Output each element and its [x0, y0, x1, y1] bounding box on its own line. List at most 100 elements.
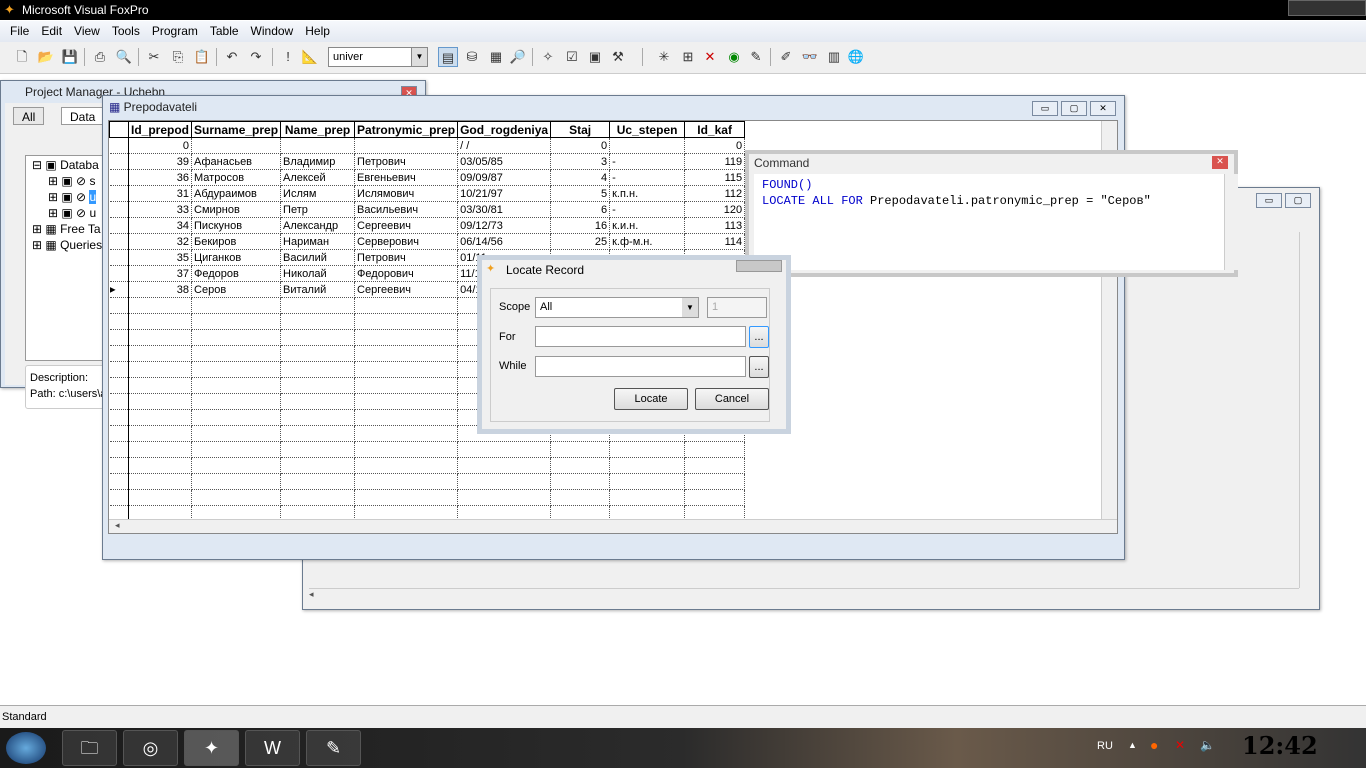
menu-edit[interactable]: Edit: [35, 24, 68, 39]
minimize-icon[interactable]: ▭: [1032, 101, 1058, 116]
row-marker[interactable]: [109, 409, 129, 426]
column-header[interactable]: Uc_stepen: [609, 121, 686, 138]
maximize-icon[interactable]: ▢: [1285, 193, 1311, 208]
table-cell[interactable]: [191, 137, 282, 154]
table-row[interactable]: 33 Смирнов Петр Васильевич 03/30/81 6-120: [109, 201, 746, 218]
modify-form-icon[interactable]: 📐: [300, 47, 320, 67]
table-cell[interactable]: Серверович: [354, 233, 459, 250]
tree-item-database[interactable]: ⊞ ▣ ⊘ u: [48, 206, 96, 220]
scope-select[interactable]: All ▼: [535, 297, 699, 318]
row-marker[interactable]: [109, 393, 129, 410]
row-marker[interactable]: [109, 137, 129, 154]
table-cell[interactable]: 0: [684, 137, 746, 154]
table-cell[interactable]: [191, 297, 282, 314]
table-cell[interactable]: 120: [684, 201, 746, 218]
table-cell[interactable]: [457, 441, 552, 458]
row-marker[interactable]: [109, 297, 129, 314]
code-window-icon[interactable]: 🔎: [508, 47, 528, 67]
table-cell[interactable]: [128, 329, 193, 346]
for-builder-button[interactable]: ...: [749, 326, 769, 348]
while-builder-button[interactable]: ...: [749, 356, 769, 378]
avast-icon[interactable]: ●: [1150, 737, 1158, 753]
locate-button[interactable]: Locate: [614, 388, 688, 410]
copy-icon[interactable]: ⎘: [168, 47, 188, 67]
table-cell[interactable]: [128, 457, 193, 474]
table-cell[interactable]: [354, 409, 459, 426]
table-cell[interactable]: [684, 457, 746, 474]
table-cell[interactable]: [684, 473, 746, 490]
table-cell[interactable]: Васильевич: [354, 201, 459, 218]
menu-view[interactable]: View: [68, 24, 106, 39]
table-cell[interactable]: [457, 473, 552, 490]
start-button[interactable]: [6, 732, 46, 764]
table-cell[interactable]: 35: [128, 249, 193, 266]
table-cell[interactable]: 115: [684, 169, 746, 186]
table-cell[interactable]: 39: [128, 153, 193, 170]
table-cell[interactable]: [191, 329, 282, 346]
table-cell[interactable]: Нариман: [280, 233, 356, 250]
cut-icon[interactable]: ✂: [144, 47, 164, 67]
table-cell[interactable]: Пискунов: [191, 217, 282, 234]
table-cell[interactable]: 34: [128, 217, 193, 234]
table-cell[interactable]: 4: [550, 169, 611, 186]
edit-stored-procedures-icon[interactable]: ✐: [776, 47, 796, 67]
table-row[interactable]: 34 Пискунов Александр Сергеевич 09/12/73 16 к.…: [109, 217, 746, 234]
row-marker[interactable]: [109, 185, 129, 202]
column-header[interactable]: God_rogdeniya: [457, 121, 552, 138]
tree-item-databases[interactable]: ⊟ ▣ Databa: [32, 158, 99, 172]
table-cell[interactable]: Смирнов: [191, 201, 282, 218]
menu-file[interactable]: File: [4, 24, 35, 39]
table-cell[interactable]: -: [609, 169, 686, 186]
connections-icon[interactable]: ▥: [824, 47, 844, 67]
table-row[interactable]: 39 Афанасьев Владимир Петрович 03/05/85 3-119: [109, 153, 746, 170]
table-cell[interactable]: [191, 441, 282, 458]
table-cell[interactable]: [128, 297, 193, 314]
row-marker[interactable]: [109, 153, 129, 170]
table-cell[interactable]: Петрович: [354, 153, 459, 170]
table-cell[interactable]: Виталий: [280, 281, 356, 298]
table-cell[interactable]: [354, 297, 459, 314]
table-cell[interactable]: Петр: [280, 201, 356, 218]
table-cell[interactable]: Петрович: [354, 249, 459, 266]
table-cell[interactable]: [684, 441, 746, 458]
report-icon[interactable]: ▣: [585, 47, 605, 67]
table-cell[interactable]: [609, 473, 686, 490]
row-marker[interactable]: [109, 377, 129, 394]
table-cell[interactable]: [280, 297, 356, 314]
table-cell[interactable]: [457, 457, 552, 474]
menu-window[interactable]: Window: [245, 24, 300, 39]
table-cell[interactable]: [280, 345, 356, 362]
print-preview-icon[interactable]: 🔍: [114, 47, 134, 67]
tab-all[interactable]: All: [13, 107, 45, 125]
row-marker[interactable]: [109, 473, 129, 490]
table-cell[interactable]: 114: [684, 233, 746, 250]
command-window-icon[interactable]: ▤: [438, 47, 458, 67]
row-marker[interactable]: [109, 489, 129, 506]
table-cell[interactable]: [354, 345, 459, 362]
table-cell[interactable]: Матросов: [191, 169, 282, 186]
table-cell[interactable]: [128, 377, 193, 394]
table-cell[interactable]: 25: [550, 233, 611, 250]
volume-icon[interactable]: 🔈: [1200, 738, 1215, 752]
table-cell[interactable]: 09/12/73: [457, 217, 552, 234]
tools-icon[interactable]: ⚒: [608, 47, 628, 67]
menu-tools[interactable]: Tools: [106, 24, 146, 39]
table-cell[interactable]: Николай: [280, 265, 356, 282]
table-row[interactable]: [109, 489, 746, 506]
table-cell[interactable]: -: [609, 201, 686, 218]
table-cell[interactable]: [354, 313, 459, 330]
row-marker[interactable]: [109, 201, 129, 218]
table-cell[interactable]: [354, 425, 459, 442]
tree-item-free-tables[interactable]: ⊞ ▦ Free Ta: [32, 222, 101, 236]
table-cell[interactable]: [609, 441, 686, 458]
row-marker[interactable]: [109, 313, 129, 330]
table-cell[interactable]: [191, 489, 282, 506]
table-row[interactable]: 32 Бекиров Нариман Серверович 06/14/56 25 к.ф-…: [109, 233, 746, 250]
column-header[interactable]: Surname_prep: [191, 121, 282, 138]
table-cell[interactable]: Абдураимов: [191, 185, 282, 202]
table-cell[interactable]: [354, 329, 459, 346]
table-cell[interactable]: [191, 361, 282, 378]
table-cell[interactable]: Василий: [280, 249, 356, 266]
close-icon[interactable]: ✕: [1212, 156, 1228, 169]
table-cell[interactable]: -: [609, 153, 686, 170]
